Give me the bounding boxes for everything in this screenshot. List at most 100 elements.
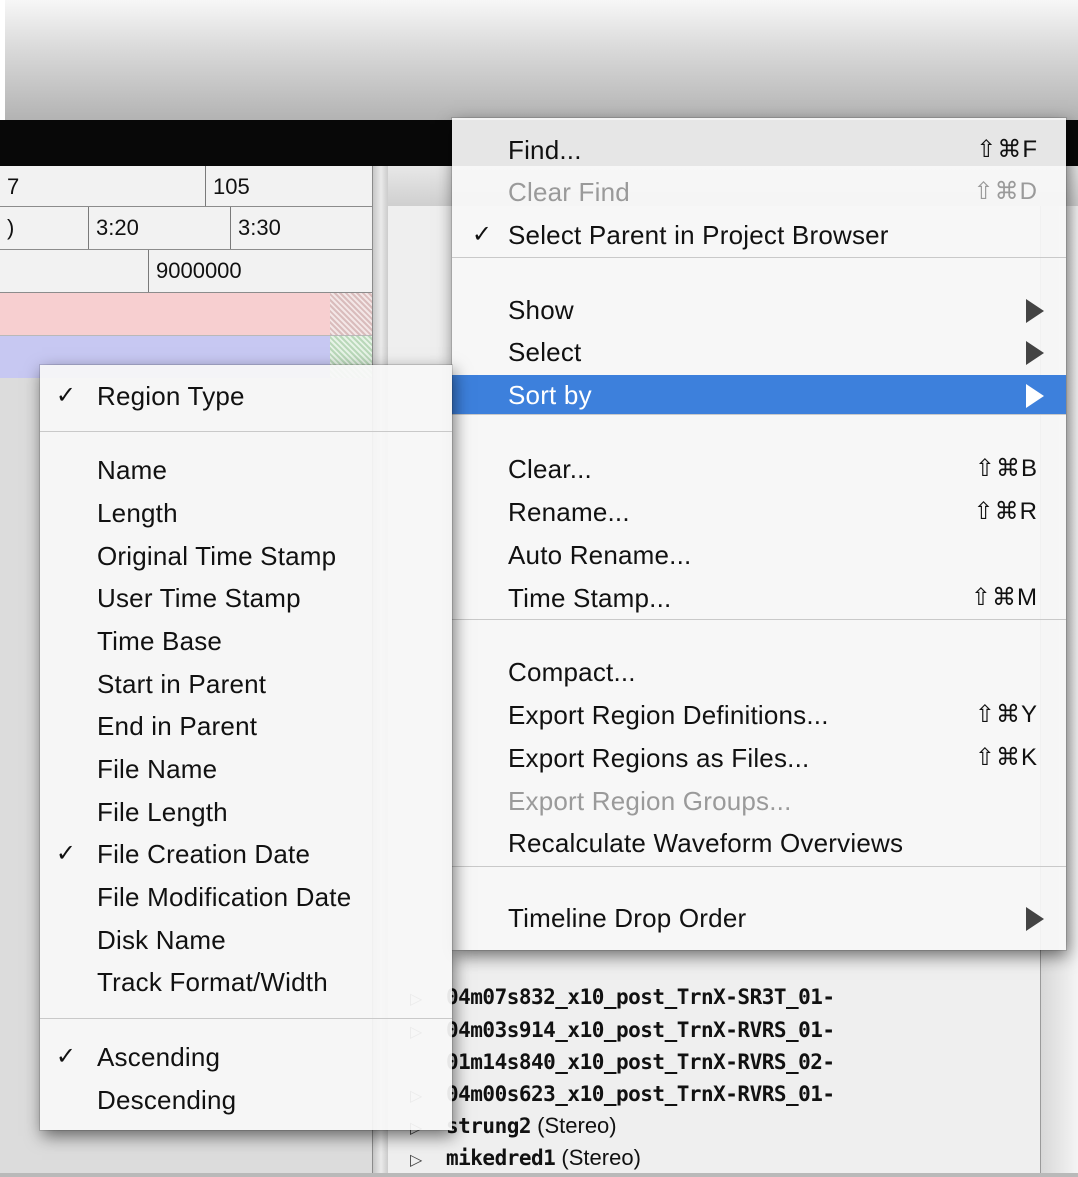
menu-item-auto-rename[interactable]: Auto Rename... xyxy=(452,535,1066,575)
sort-option-file-length[interactable]: File Length xyxy=(40,792,452,832)
menu-item-label: File Creation Date xyxy=(97,839,311,869)
sort-option-file-modification-date[interactable]: File Modification Date xyxy=(40,877,452,917)
menu-separator xyxy=(40,1018,452,1019)
menu-item-timeline-drop-order[interactable]: Timeline Drop Order xyxy=(452,898,1066,938)
check-icon: ✓ xyxy=(471,221,493,248)
ruler-cell: 3:30 xyxy=(230,207,372,249)
keyboard-shortcut: ⇧⌘R xyxy=(973,498,1038,525)
menu-item-export-region-definitions[interactable]: Export Region Definitions... ⇧⌘Y xyxy=(452,695,1066,735)
region-name: strung2 xyxy=(446,1114,532,1138)
menu-item-label: Export Region Groups... xyxy=(508,786,792,816)
sort-option-length[interactable]: Length xyxy=(40,493,452,533)
samples-ruler: 9000000 xyxy=(0,250,372,293)
menu-item-label: Select xyxy=(508,337,582,367)
sort-option-original-time-stamp[interactable]: Original Time Stamp xyxy=(40,536,452,576)
menu-item-label: Time Base xyxy=(97,626,223,656)
region-row[interactable]: ▷strung2 (Stereo) xyxy=(388,1110,1038,1142)
check-icon: ✓ xyxy=(55,382,77,409)
keyboard-shortcut: ⇧⌘F xyxy=(976,136,1038,163)
menu-item-label: Name xyxy=(97,455,168,485)
menu-item-export-regions-as-files[interactable]: Export Regions as Files... ⇧⌘K xyxy=(452,738,1066,778)
keyboard-shortcut: ⇧⌘B xyxy=(974,455,1038,482)
menu-item-label: Rename... xyxy=(508,497,630,527)
menu-item-label: Recalculate Waveform Overviews xyxy=(508,828,904,858)
menu-item-label: Timeline Drop Order xyxy=(508,903,747,933)
ruler-cell: 7 xyxy=(7,174,20,199)
menu-item-rename[interactable]: Rename... ⇧⌘R xyxy=(452,492,1066,532)
check-icon: ✓ xyxy=(55,840,77,867)
menu-item-label: Clear Find xyxy=(508,177,630,207)
ruler-cell: ) xyxy=(7,215,15,240)
menu-item-sort-by[interactable]: Sort by xyxy=(452,375,1066,415)
menu-item-recalculate-waveform-overviews[interactable]: Recalculate Waveform Overviews xyxy=(452,823,1066,863)
expand-triangle-icon[interactable]: ▷ xyxy=(388,1145,446,1177)
sort-option-track-format-width[interactable]: Track Format/Width xyxy=(40,962,452,1002)
window-edge xyxy=(0,0,5,120)
menu-separator xyxy=(452,414,1066,415)
submenu-arrow-icon xyxy=(1026,384,1044,408)
menu-item-label: Descending xyxy=(97,1085,237,1115)
region-format: (Stereo) xyxy=(561,1145,641,1170)
sort-option-name[interactable]: Name xyxy=(40,450,452,490)
sort-option-disk-name[interactable]: Disk Name xyxy=(40,920,452,960)
menu-item-label: File Name xyxy=(97,754,218,784)
menu-item-label: Track Format/Width xyxy=(97,967,328,997)
menu-item-label: End in Parent xyxy=(97,711,258,741)
menu-item-select-parent-in-project-browser[interactable]: ✓ Select Parent in Project Browser xyxy=(452,215,1066,255)
track-lane-pink[interactable] xyxy=(0,293,372,335)
menu-item-label: Original Time Stamp xyxy=(97,541,337,571)
sort-option-ascending[interactable]: ✓ Ascending xyxy=(40,1037,452,1077)
menu-item-label: Show xyxy=(508,295,574,325)
menu-item-label: Clear... xyxy=(508,454,592,484)
menu-item-compact[interactable]: Compact... xyxy=(452,652,1066,692)
menu-item-find[interactable]: Find... ⇧⌘F xyxy=(452,130,1066,170)
region-row[interactable]: ▷04m07s832_x10_post_TrnX-SR3T_01- xyxy=(388,981,1038,1013)
sort-option-descending[interactable]: Descending xyxy=(40,1080,452,1120)
submenu-arrow-icon xyxy=(1026,907,1044,931)
menu-item-select[interactable]: Select xyxy=(452,332,1066,372)
menu-item-label: Start in Parent xyxy=(97,669,267,699)
region-name: 04m03s914_x10_post_TrnX-RVRS_01- xyxy=(446,1018,835,1042)
region-row[interactable]: ▷ mikedred1 (Stereo) xyxy=(388,1142,1038,1174)
sort-option-time-base[interactable]: Time Base xyxy=(40,621,452,661)
menu-item-label: Select Parent in Project Browser xyxy=(508,220,889,250)
sort-option-region-type[interactable]: ✓ Region Type xyxy=(40,376,452,416)
ruler-cell: 105 xyxy=(205,166,372,206)
menu-separator xyxy=(452,619,1066,620)
menu-item-label: Region Type xyxy=(97,381,245,411)
bars-ruler: 7 105 xyxy=(0,166,372,207)
menu-separator xyxy=(40,431,452,432)
region-name: 04m07s832_x10_post_TrnX-SR3T_01- xyxy=(446,985,835,1009)
menu-item-clear[interactable]: Clear... ⇧⌘B xyxy=(452,449,1066,489)
menu-item-label: Time Stamp... xyxy=(508,583,672,613)
keyboard-shortcut: ⇧⌘M xyxy=(970,584,1038,611)
sort-option-start-in-parent[interactable]: Start in Parent xyxy=(40,664,452,704)
sort-option-end-in-parent[interactable]: End in Parent xyxy=(40,706,452,746)
menu-item-label: Auto Rename... xyxy=(508,540,692,570)
region-row[interactable]: ▷04m03s914_x10_post_TrnX-RVRS_01- xyxy=(388,1014,1038,1046)
track-hatch xyxy=(330,293,372,335)
submenu-arrow-icon xyxy=(1026,341,1044,365)
menu-item-label: File Modification Date xyxy=(97,882,352,912)
menu-item-label: Export Region Definitions... xyxy=(508,700,829,730)
sort-by-submenu: ✓ Region Type Name Length Original Time Stam… xyxy=(40,365,452,1130)
ruler-cell: 3:20 xyxy=(88,207,230,249)
keyboard-shortcut: ⇧⌘D xyxy=(973,178,1038,205)
submenu-arrow-icon xyxy=(1026,299,1044,323)
sort-option-file-creation-date[interactable]: ✓ File Creation Date xyxy=(40,834,452,874)
ruler-cell: 9000000 xyxy=(148,250,372,292)
menu-item-label: Disk Name xyxy=(97,925,226,955)
menu-item-label: File Length xyxy=(97,797,228,827)
sort-option-file-name[interactable]: File Name xyxy=(40,749,452,789)
menu-item-clear-find: Clear Find ⇧⌘D xyxy=(452,172,1066,212)
keyboard-shortcut: ⇧⌘K xyxy=(974,744,1038,771)
region-row[interactable]: ▷04m00s623_x10_post_TrnX-RVRS_01- xyxy=(388,1078,1038,1110)
menu-item-label: Ascending xyxy=(97,1042,221,1072)
menu-item-time-stamp[interactable]: Time Stamp... ⇧⌘M xyxy=(452,578,1066,618)
menu-item-export-region-groups: Export Region Groups... xyxy=(452,781,1066,821)
keyboard-shortcut: ⇧⌘Y xyxy=(974,701,1038,728)
region-row[interactable]: 01m14s840_x10_post_TrnX-RVRS_02- xyxy=(388,1046,1038,1078)
sort-option-user-time-stamp[interactable]: User Time Stamp xyxy=(40,578,452,618)
menu-item-show[interactable]: Show xyxy=(452,290,1066,330)
region-name: 01m14s840_x10_post_TrnX-RVRS_02- xyxy=(446,1050,835,1074)
